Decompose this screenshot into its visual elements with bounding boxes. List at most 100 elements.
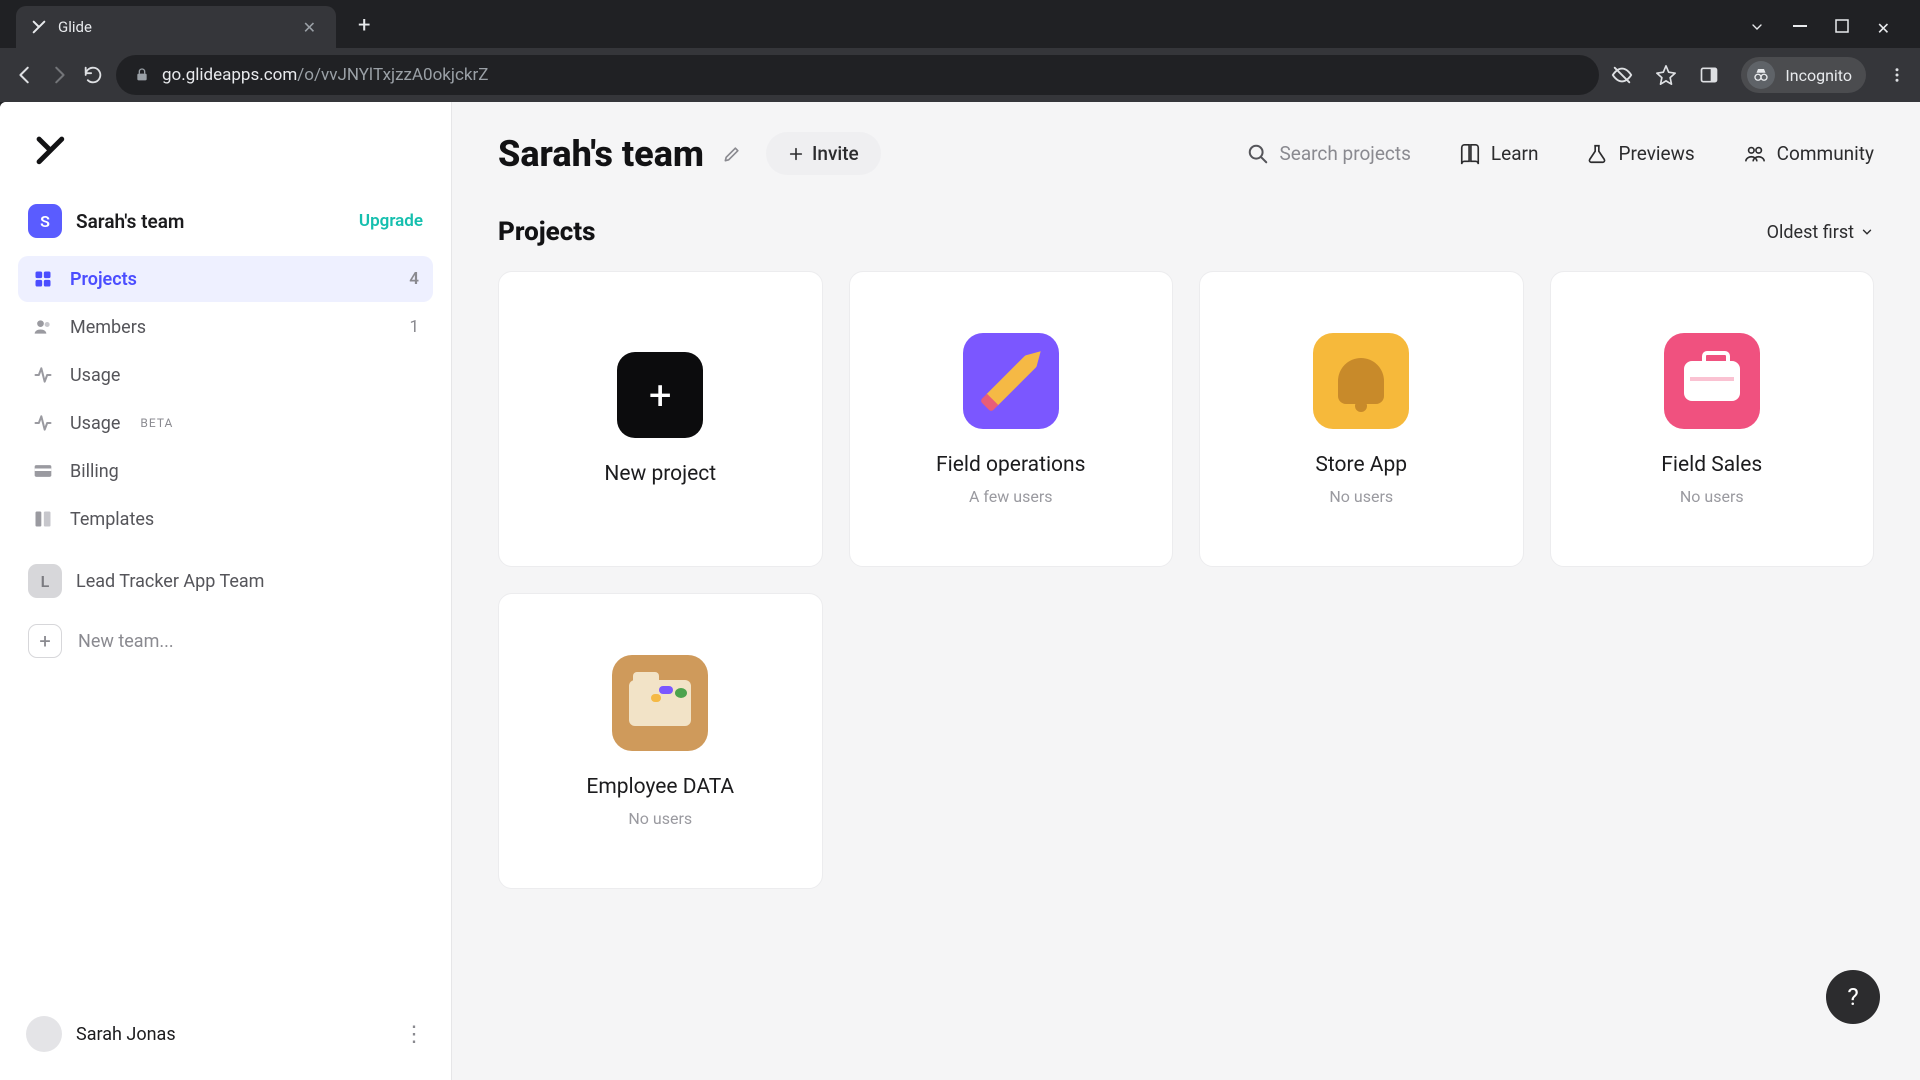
invite-button[interactable]: Invite — [766, 132, 881, 175]
eye-off-icon[interactable] — [1611, 64, 1633, 86]
close-window-icon[interactable]: ✕ — [1877, 19, 1890, 38]
app-root: S Sarah's team Upgrade Projects 4 Member… — [0, 102, 1920, 1080]
nav-projects[interactable]: Projects 4 — [18, 256, 433, 302]
lock-icon — [134, 67, 150, 83]
credit-card-icon — [32, 460, 54, 482]
tab-close-icon[interactable]: ✕ — [297, 16, 322, 39]
window-controls: ✕ — [1731, 19, 1908, 48]
sidebar-nav: Projects 4 Members 1 Usage Usag — [18, 256, 433, 542]
card-title: New project — [604, 462, 716, 486]
activity-icon — [32, 364, 54, 386]
bell-icon — [1313, 333, 1409, 429]
plus-icon: + — [28, 624, 62, 658]
invite-label: Invite — [812, 142, 859, 165]
flask-icon — [1586, 143, 1608, 165]
browser-menu-icon[interactable] — [1888, 66, 1906, 84]
help-fab[interactable]: ? — [1826, 970, 1880, 1024]
community-link[interactable]: Community — [1743, 142, 1874, 165]
side-panel-icon[interactable] — [1699, 65, 1719, 85]
user-menu-icon[interactable]: ⋮ — [403, 1022, 425, 1047]
community-label: Community — [1777, 142, 1874, 165]
minimize-icon[interactable] — [1793, 19, 1807, 38]
browser-addressbar: go.glideapps.com/o/vvJNYlTxjzzA0okjckrZ … — [0, 48, 1920, 102]
previews-link[interactable]: Previews — [1586, 142, 1694, 165]
project-card-employee-data[interactable]: Employee DATA No users — [498, 593, 823, 889]
new-project-card[interactable]: + New project — [498, 271, 823, 567]
nav-label: Billing — [70, 461, 119, 482]
section-title: Projects — [498, 217, 596, 247]
bookmark-star-icon[interactable] — [1655, 64, 1677, 86]
browser-tab[interactable]: Glide ✕ — [16, 6, 336, 48]
card-title: Store App — [1315, 453, 1407, 477]
nav-billing[interactable]: Billing — [18, 448, 433, 494]
briefcase-icon — [1664, 333, 1760, 429]
nav-label: Templates — [70, 509, 154, 530]
activity-icon — [32, 412, 54, 434]
card-subtitle: A few users — [969, 487, 1053, 506]
search-icon — [1247, 143, 1269, 165]
team-avatar: L — [28, 564, 62, 598]
pencil-icon — [963, 333, 1059, 429]
card-subtitle: No users — [628, 809, 692, 828]
maximize-icon[interactable] — [1835, 19, 1849, 38]
book-icon — [1459, 143, 1481, 165]
learn-label: Learn — [1491, 142, 1539, 165]
user-name: Sarah Jonas — [76, 1024, 389, 1045]
upgrade-link[interactable]: Upgrade — [359, 211, 423, 231]
folder-icon — [612, 655, 708, 751]
question-icon: ? — [1847, 983, 1858, 1011]
team-name: Lead Tracker App Team — [76, 571, 264, 592]
glide-logo-icon[interactable] — [32, 132, 68, 168]
grid-icon — [32, 268, 54, 290]
new-team-label: New team... — [78, 631, 174, 652]
card-subtitle: No users — [1329, 487, 1393, 506]
glide-favicon-icon — [30, 18, 48, 36]
project-card-field-operations[interactable]: Field operations A few users — [849, 271, 1174, 567]
card-title: Field operations — [936, 453, 1085, 477]
back-icon[interactable] — [14, 64, 36, 86]
section-header: Projects Oldest first — [498, 217, 1874, 247]
nav-label: Usage — [70, 413, 120, 434]
nav-templates[interactable]: Templates — [18, 496, 433, 542]
team-name: Sarah's team — [76, 210, 345, 233]
team-selector[interactable]: S Sarah's team Upgrade — [18, 196, 433, 246]
incognito-badge[interactable]: Incognito — [1741, 57, 1866, 93]
new-team-button[interactable]: + New team... — [18, 612, 433, 670]
nav-label: Projects — [70, 269, 137, 290]
learn-link[interactable]: Learn — [1459, 142, 1539, 165]
project-card-field-sales[interactable]: Field Sales No users — [1550, 271, 1875, 567]
people-icon — [32, 316, 54, 338]
previews-label: Previews — [1618, 142, 1694, 165]
tab-search-icon[interactable] — [1749, 19, 1765, 38]
new-tab-button[interactable]: + — [346, 7, 382, 44]
reload-icon[interactable] — [82, 64, 104, 86]
search-projects[interactable]: Search projects — [1247, 142, 1410, 165]
tab-title: Glide — [58, 18, 287, 36]
project-card-store-app[interactable]: Store App No users — [1199, 271, 1524, 567]
incognito-icon — [1747, 61, 1775, 89]
main-header: Sarah's team Invite Search projects — [498, 132, 1874, 175]
nav-count: 4 — [409, 269, 419, 289]
nav-label: Members — [70, 317, 146, 338]
projects-grid: + New project Field operations A few use… — [498, 271, 1874, 889]
sort-dropdown[interactable]: Oldest first — [1767, 222, 1874, 243]
nav-usage-beta[interactable]: Usage BETA — [18, 400, 433, 446]
plus-icon: + — [617, 352, 703, 438]
card-title: Field Sales — [1661, 453, 1762, 477]
chevron-down-icon — [1860, 225, 1874, 239]
templates-icon — [32, 508, 54, 530]
url-input[interactable]: go.glideapps.com/o/vvJNYlTxjzzA0okjckrZ — [116, 55, 1599, 95]
edit-title-icon[interactable] — [718, 140, 746, 168]
forward-icon — [48, 64, 70, 86]
nav-usage[interactable]: Usage — [18, 352, 433, 398]
incognito-label: Incognito — [1785, 66, 1852, 85]
user-avatar[interactable] — [26, 1016, 62, 1052]
sidebar: S Sarah's team Upgrade Projects 4 Member… — [0, 102, 452, 1080]
team-avatar: S — [28, 204, 62, 238]
nav-members[interactable]: Members 1 — [18, 304, 433, 350]
sort-label: Oldest first — [1767, 222, 1854, 243]
card-subtitle: No users — [1680, 487, 1744, 506]
browser-titlebar: Glide ✕ + ✕ — [0, 0, 1920, 48]
team-selector-secondary[interactable]: L Lead Tracker App Team — [18, 556, 433, 606]
nav-label: Usage — [70, 365, 120, 386]
